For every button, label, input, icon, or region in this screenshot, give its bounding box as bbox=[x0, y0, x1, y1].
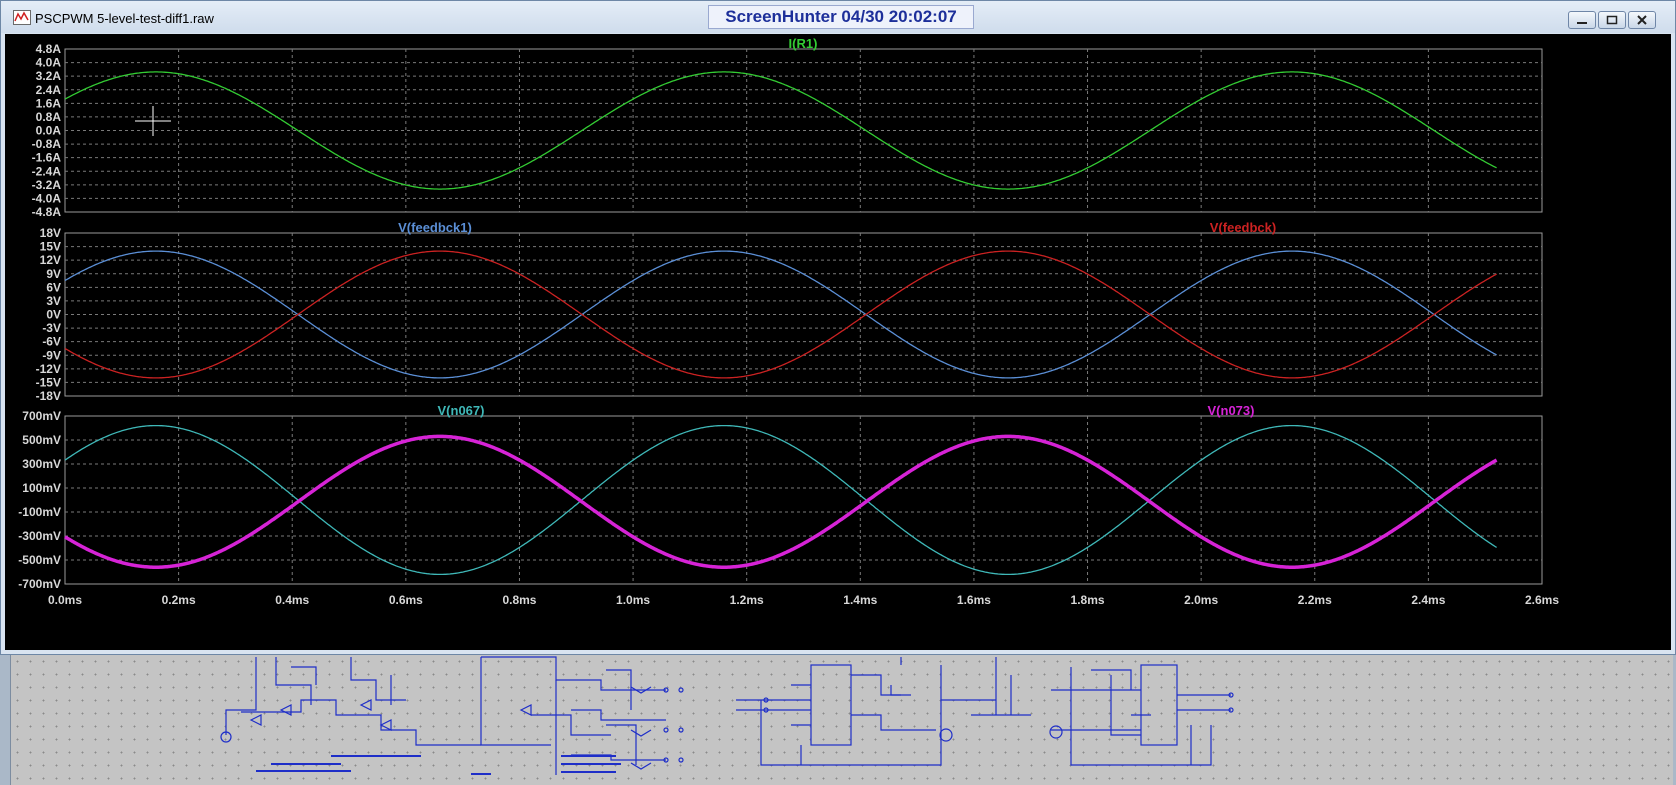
y-tick-label: 0V bbox=[46, 308, 61, 322]
x-tick-label: 1.8ms bbox=[1071, 593, 1105, 607]
y-tick-label: -15V bbox=[36, 375, 61, 389]
y-tick-label: 0.0A bbox=[36, 124, 62, 138]
y-tick-label: -6V bbox=[42, 335, 61, 349]
y-tick-label: -2.4A bbox=[32, 164, 62, 178]
x-tick-label: 2.2ms bbox=[1298, 593, 1332, 607]
trace-label: V(feedbck1) bbox=[398, 220, 472, 235]
minimize-icon bbox=[1577, 22, 1587, 24]
waveform-plot-area[interactable]: 4.8A 4.0A 3.2A 2.4A 1.6A 0.8A 0.0A -0.8A -1.6A -2… bbox=[5, 34, 1671, 650]
trace-label: V(feedbck) bbox=[1210, 220, 1276, 235]
y-tick-label: 15V bbox=[40, 240, 61, 254]
y-tick-label: -4.0A bbox=[32, 191, 62, 205]
x-tick-label: 0.4ms bbox=[275, 593, 309, 607]
y-tick-label: 9V bbox=[46, 267, 61, 281]
schematic-editor-pane[interactable] bbox=[10, 655, 1673, 785]
minimize-button[interactable] bbox=[1568, 11, 1596, 29]
pane-frame bbox=[64, 415, 1543, 585]
y-tick-label: -500mV bbox=[18, 553, 61, 567]
y-tick-label: -100mV bbox=[18, 505, 61, 519]
y-tick-label: 6V bbox=[46, 280, 61, 294]
trace-label: V(n067) bbox=[438, 403, 485, 418]
y-tick-label: -700mV bbox=[18, 577, 61, 591]
y-tick-label: 300mV bbox=[22, 457, 61, 471]
y-tick-label: 0.8A bbox=[36, 110, 62, 124]
plot-canvas[interactable]: 4.8A4.0A3.2A2.4A1.6A0.8A0.0A-0.8A-1.6A-2… bbox=[5, 34, 1671, 650]
x-tick-label: 2.4ms bbox=[1411, 593, 1445, 607]
close-button[interactable] bbox=[1628, 11, 1656, 29]
trace-label: I(R1) bbox=[789, 36, 818, 51]
waveform-app-icon bbox=[13, 10, 31, 25]
x-tick-label: 2.6ms bbox=[1525, 593, 1559, 607]
maximize-button[interactable] bbox=[1598, 11, 1626, 29]
x-tick-label: 0.0ms bbox=[48, 593, 82, 607]
y-tick-label: 700mV bbox=[22, 409, 61, 423]
waveform-viewer-window: PSCPWM 5-level-test-diff1.raw ScreenHunt… bbox=[0, 0, 1676, 655]
y-tick-label: 3.2A bbox=[36, 69, 62, 83]
maximize-icon bbox=[1606, 15, 1618, 25]
y-tick-label: -300mV bbox=[18, 529, 61, 543]
y-tick-label: 2.4A bbox=[36, 83, 62, 97]
y-tick-label: -18V bbox=[36, 389, 61, 403]
x-tick-label: 0.2ms bbox=[162, 593, 196, 607]
trace-v-n067[interactable] bbox=[64, 424, 1497, 576]
screenhunter-timestamp-badge: ScreenHunter 04/30 20:02:07 bbox=[708, 5, 974, 29]
trace-v-n073[interactable] bbox=[64, 434, 1498, 569]
y-tick-label: 12V bbox=[40, 253, 61, 267]
y-tick-label: -9V bbox=[42, 348, 61, 362]
x-tick-label: 0.8ms bbox=[502, 593, 536, 607]
y-tick-label: 4.8A bbox=[36, 42, 62, 56]
y-tick-label: 100mV bbox=[22, 481, 61, 495]
window-title: PSCPWM 5-level-test-diff1.raw bbox=[35, 11, 214, 26]
y-tick-label: 1.6A bbox=[36, 96, 62, 110]
trace-label: V(n073) bbox=[1208, 403, 1255, 418]
x-tick-label: 1.0ms bbox=[616, 593, 650, 607]
y-tick-label: 3V bbox=[46, 294, 61, 308]
y-tick-label: 18V bbox=[40, 226, 61, 240]
y-tick-label: -1.6A bbox=[32, 151, 62, 165]
x-tick-label: 1.6ms bbox=[957, 593, 991, 607]
close-icon bbox=[1637, 15, 1647, 25]
schematic-drawing bbox=[220, 656, 1234, 775]
y-tick-label: -4.8A bbox=[32, 205, 62, 219]
x-tick-label: 0.6ms bbox=[389, 593, 423, 607]
title-bar[interactable]: PSCPWM 5-level-test-diff1.raw ScreenHunt… bbox=[1, 1, 1675, 33]
x-tick-label: 1.4ms bbox=[843, 593, 877, 607]
y-tick-label: 500mV bbox=[22, 433, 61, 447]
y-tick-label: -3V bbox=[42, 321, 61, 335]
y-tick-label: -3.2A bbox=[32, 178, 62, 192]
y-tick-label: -0.8A bbox=[32, 137, 62, 151]
x-tick-label: 2.0ms bbox=[1184, 593, 1218, 607]
x-tick-label: 1.2ms bbox=[730, 593, 764, 607]
y-tick-label: 4.0A bbox=[36, 56, 62, 70]
y-tick-label: -12V bbox=[36, 362, 61, 376]
